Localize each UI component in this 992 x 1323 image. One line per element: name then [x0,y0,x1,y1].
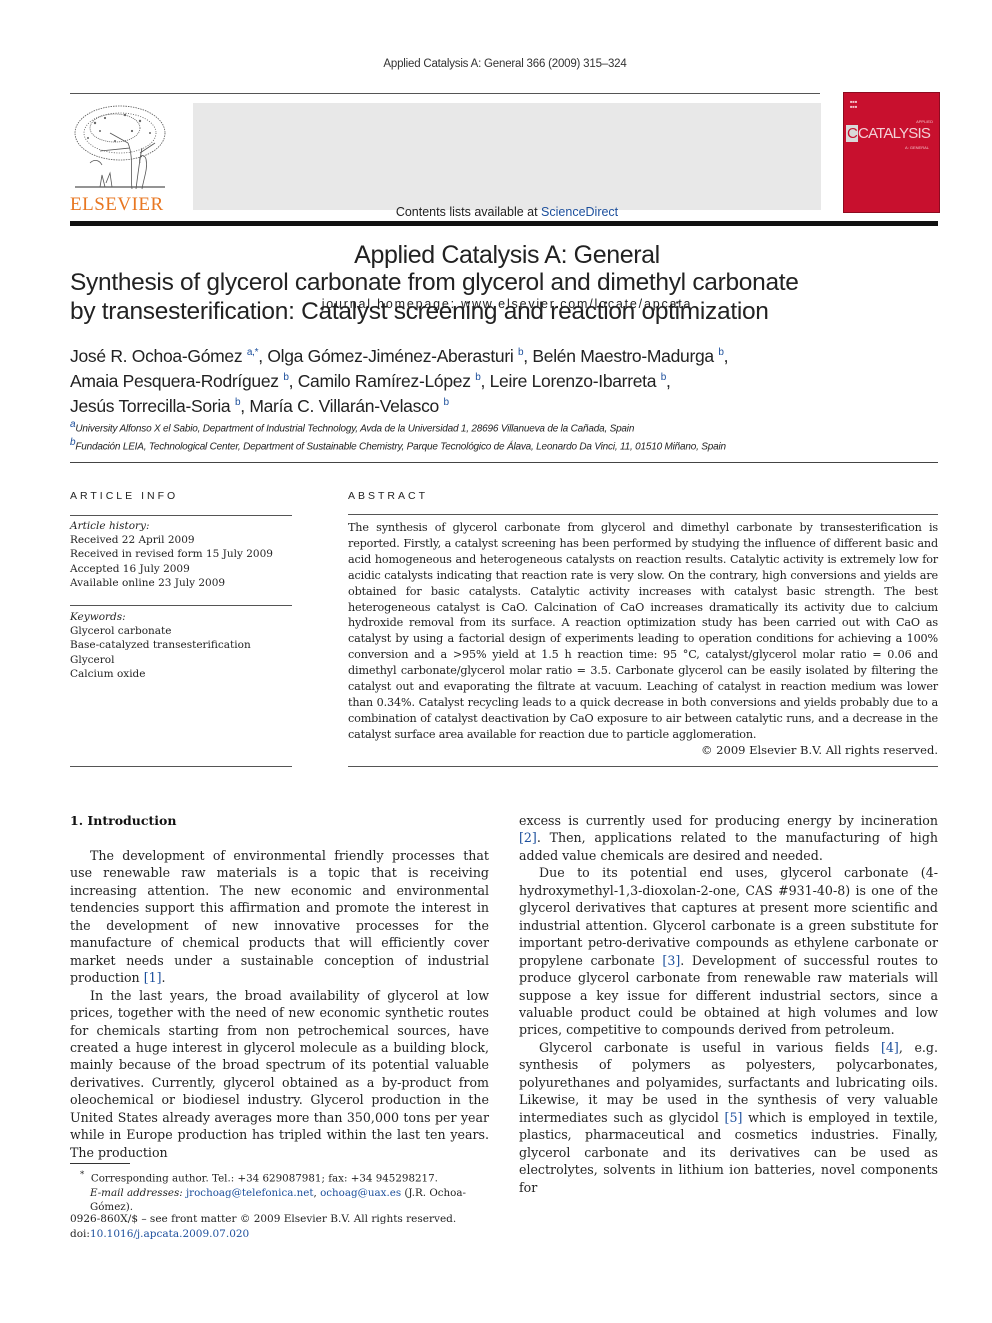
author-line-3: Jesús Torrecilla-Soria b, María C. Villa… [70,392,930,417]
author-name[interactable]: Belén Maestro-Madurga [532,346,714,366]
author-name[interactable]: Amaia Pesquera-Rodríguez [70,371,279,391]
article-info-heading: ARTICLE INFO [70,490,179,502]
affiliation-b: bFundación LEIA, Technological Center, D… [70,436,930,454]
author-separator: , [240,395,250,416]
keywords: Keywords: Glycerol carbonate Base-cataly… [70,610,292,681]
footnote: * Corresponding author. Tel.: +34 629087… [80,1170,466,1214]
reference-link[interactable]: [2] [519,830,537,845]
paragraph-text: In the last years, the broad availabilit… [70,987,489,1160]
footnote-divider [70,1163,130,1164]
keywords-label: Keywords: [70,611,126,623]
author-name[interactable]: José R. Ochoa-Gómez [70,346,243,366]
elsevier-logo[interactable]: ELSEVIER [70,103,174,215]
contents-prefix: Contents lists available at [395,205,542,219]
article-history-label: Article history: [70,520,150,532]
header-thick-rule [70,221,938,226]
keyword-item: Glycerol carbonate [70,625,172,638]
affiliation-text: Fundación LEIA, Technological Center, De… [75,441,726,453]
journal-banner: Contents lists available at ScienceDirec… [193,103,821,311]
author-line-1: José R. Ochoa-Gómez a,*, Olga Gómez-Jimé… [70,342,930,367]
article-title-line-1: Synthesis of glycerol carbonate from gly… [70,269,799,296]
history-item: Received 22 April 2009 [70,534,195,547]
abstract-divider [348,514,938,515]
cover-title: CCATALYSIS [846,125,931,142]
cover-title-top: APPLIED [916,119,933,124]
reference-link[interactable]: [3] [662,953,680,968]
article-info-divider [70,515,292,516]
body-column-left: The development of environmental friendl… [70,847,489,1161]
elsevier-tree-icon [74,105,166,190]
article-history: Article history: Received 22 April 2009 … [70,519,292,590]
history-item: Available online 23 July 2009 [70,576,226,589]
article-title-line-2: by transesterification: Catalyst screeni… [70,298,769,325]
issn-block: 0926-860X/$ – see front matter © 2009 El… [70,1212,500,1242]
reference-link[interactable]: [5] [725,1110,743,1125]
cover-title-c: C [846,125,859,142]
paragraph-text: The development of environmental friendl… [70,848,489,986]
header-divider [70,93,820,94]
cover-title-sub: A: GENERAL [904,145,929,150]
paragraph-text: . Then, applications related to the manu… [519,830,938,863]
keyword-item: Glycerol [70,653,115,666]
author-separator: , [480,370,490,391]
abstract-text: The synthesis of glycerol carbonate from… [348,521,938,741]
author-name[interactable]: María C. Villarán-Velasco [249,395,439,415]
abstract-heading: ABSTRACT [348,490,429,502]
email-link[interactable]: jrochoag@telefonica.net [186,1187,314,1199]
email-link[interactable]: ochoag@uax.es [320,1187,401,1199]
paragraph-text: excess is currently used for producing e… [519,813,938,828]
author-affiliation-mark[interactable]: b [444,397,450,408]
author-separator: , [258,345,268,366]
doi-line: doi:10.1016/j.apcata.2009.07.020 [70,1227,500,1242]
abstract-copyright: © 2009 Elsevier B.V. All rights reserved… [701,743,938,757]
doi-link[interactable]: 10.1016/j.apcata.2009.07.020 [90,1228,249,1240]
section-heading-introduction: 1. Introduction [70,813,177,828]
cover-title-text: CATALYSIS [858,125,931,142]
keywords-divider [70,605,292,606]
article-title: Synthesis of glycerol carbonate from gly… [70,268,930,326]
front-matter-line: 0926-860X/$ – see front matter © 2009 El… [70,1213,457,1225]
author-name[interactable]: Olga Gómez-Jiménez-Aberasturi [267,346,513,366]
author-name[interactable]: Camilo Ramírez-López [298,371,471,391]
body-column-right: excess is currently used for producing e… [519,812,938,1196]
footnote-mark: * [80,1170,85,1180]
paragraph-text: Glycerol carbonate is useful in various … [539,1039,881,1055]
section-divider [70,462,938,463]
author-line-2: Amaia Pesquera-Rodríguez b, Camilo Ramír… [70,367,930,392]
author-separator: , [288,370,298,391]
history-item: Accepted 16 July 2009 [70,562,190,575]
author-name[interactable]: Jesús Torrecilla-Soria [70,395,231,415]
author-separator: , [666,370,671,391]
reference-link[interactable]: [4] [881,1040,899,1055]
doi-prefix: doi: [70,1228,90,1240]
journal-title: Applied Catalysis A: General [354,241,660,269]
cover-volume-text: ■■■ ■■■ [850,99,858,109]
paragraph: Due to its potential end uses, glycerol … [519,864,938,1039]
author-separator: , [723,345,729,366]
journal-cover-thumbnail[interactable]: ■■■ ■■■ APPLIED CCATALYSIS A: GENERAL [843,92,940,213]
affiliation-a: aUniversity Alfonso X el Sabio, Departme… [70,418,930,436]
sciencedirect-link[interactable]: ScienceDirect [541,205,618,219]
abstract-bottom-divider [348,766,938,767]
paragraph: excess is currently used for producing e… [519,812,938,864]
affiliations: aUniversity Alfonso X el Sabio, Departme… [70,418,930,455]
author-name[interactable]: Leire Lorenzo-Ibarreta [490,371,657,391]
paragraph-text: . [161,970,166,986]
keyword-item: Base-catalyzed transesterification [70,639,251,652]
corresponding-author: Corresponding author. Tel.: +34 62908798… [90,1172,438,1185]
contents-line: Contents lists available at ScienceDirec… [193,205,821,219]
journal-citation: Applied Catalysis A: General 366 (2009) … [383,58,627,70]
history-item: Received in revised form 15 July 2009 [70,548,273,561]
author-list: José R. Ochoa-Gómez a,*, Olga Gómez-Jimé… [70,342,930,416]
paragraph: In the last years, the broad availabilit… [70,987,489,1162]
paragraph: Glycerol carbonate is useful in various … [519,1039,938,1196]
elsevier-wordmark: ELSEVIER [70,194,164,215]
author-affiliation-mark[interactable]: a,* [247,347,259,358]
keyword-item: Calcium oxide [70,667,146,680]
affiliation-text: University Alfonso X el Sabio, Departmen… [75,423,635,435]
reference-link[interactable]: [1] [144,970,162,985]
paragraph: The development of environmental friendl… [70,847,489,987]
article-info-bottom-divider [70,766,292,767]
email-label: E-mail addresses: [90,1186,183,1199]
